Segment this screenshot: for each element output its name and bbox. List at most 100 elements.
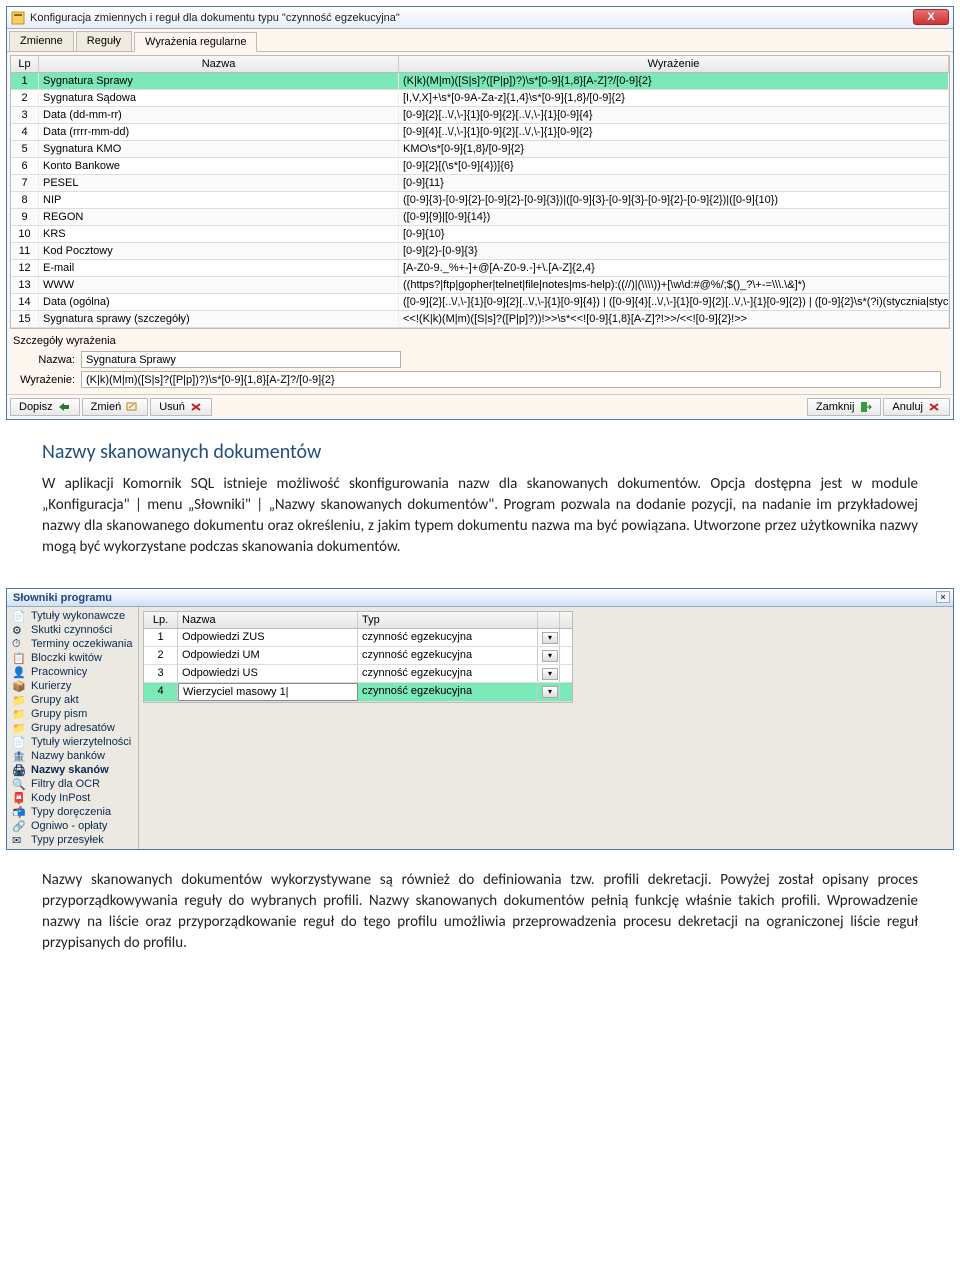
col2-type[interactable]: Typ xyxy=(358,612,538,628)
table-row[interactable]: 1Sygnatura Sprawy(K|k)(M|m)([S|s]?([P|p]… xyxy=(11,73,949,90)
table-row[interactable]: 4Data (rrrr-mm-dd)[0-9]{4}[..\/,\-]{1}[0… xyxy=(11,124,949,141)
sidebar-item[interactable]: 🔍Filtry dla OCR xyxy=(7,777,138,791)
sidebar-item[interactable]: 📄Tytuły wykonawcze xyxy=(7,609,138,623)
sidebar-icon: 📬 xyxy=(12,806,26,818)
sidebar-item[interactable]: 🖨Nazwy skanów xyxy=(7,763,138,777)
chevron-down-icon[interactable]: ▾ xyxy=(542,650,558,662)
cell-lp: 13 xyxy=(11,277,39,293)
add-button[interactable]: Dopisz xyxy=(10,398,80,416)
sidebar-item[interactable]: 📄Tytuły wierzytelności xyxy=(7,735,138,749)
col2-name[interactable]: Nazwa xyxy=(178,612,358,628)
sidebar: 📄Tytuły wykonawcze⚙Skutki czynności⏱Term… xyxy=(7,607,139,849)
edit-button[interactable]: Zmień xyxy=(82,398,149,416)
cell-lp: 15 xyxy=(11,311,39,327)
sidebar-icon: 🏦 xyxy=(12,750,26,762)
sidebar-item[interactable]: 👤 Pracownicy xyxy=(7,665,138,679)
table-row[interactable]: 7PESEL[0-9]{11} xyxy=(11,175,949,192)
chevron-down-icon[interactable]: ▾ xyxy=(542,686,558,698)
table-row[interactable]: 1Odpowiedzi ZUSczynność egzekucyjna▾ xyxy=(144,629,572,647)
tab-zmienne[interactable]: Zmienne xyxy=(9,31,74,51)
cell-expr: ([0-9]{9}|[0-9]{14}) xyxy=(399,209,949,225)
col-lp[interactable]: Lp xyxy=(11,56,39,72)
cell-expr: KMO\s*[0-9]{1,8}/[0-9]{2} xyxy=(399,141,949,157)
cell2-dd[interactable]: ▾ xyxy=(538,665,560,682)
table-row[interactable]: 12E-mail[A-Z0-9._%+-]+@[A-Z0-9.-]+\.[A-Z… xyxy=(11,260,949,277)
sidebar-item[interactable]: 📦Kurierzy xyxy=(7,679,138,693)
table-row[interactable]: 10KRS[0-9]{10} xyxy=(11,226,949,243)
cell-expr: [I,V,X]+\s*[0-9A-Za-z]{1,4}\s*[0-9]{1,8}… xyxy=(399,90,949,106)
cell-name: E-mail xyxy=(39,260,399,276)
table-row[interactable]: 13WWW((https?|ftp|gopher|telnet|file|not… xyxy=(11,277,949,294)
table-row[interactable]: 4Wierzyciel masowy 1|czynność egzekucyjn… xyxy=(144,683,572,702)
cell-lp: 9 xyxy=(11,209,39,225)
sidebar-icon: 📮 xyxy=(12,792,26,804)
sidebar-item[interactable]: ⚙Skutki czynności xyxy=(7,623,138,637)
table-row[interactable]: 15Sygnatura sprawy (szczegóły)<<!(K|k)(M… xyxy=(11,311,949,328)
regex-config-window: Konfiguracja zmiennych i reguł dla dokum… xyxy=(6,6,954,420)
cell2-dd[interactable]: ▾ xyxy=(538,647,560,664)
col-expr[interactable]: Wyrażenie xyxy=(399,56,949,72)
cell-name: Sygnatura Sprawy xyxy=(39,73,399,89)
cell-name: Data (ogólna) xyxy=(39,294,399,310)
tab-wyrazenia[interactable]: Wyrażenia regularne xyxy=(134,32,257,52)
sidebar-item[interactable]: 📮Kody InPost xyxy=(7,791,138,805)
delete-button[interactable]: Usuń xyxy=(150,398,212,416)
table-row[interactable]: 11Kod Pocztowy[0-9]{2}-[0-9]{3} xyxy=(11,243,949,260)
table-row[interactable]: 2Sygnatura Sądowa[I,V,X]+\s*[0-9A-Za-z]{… xyxy=(11,90,949,107)
paragraph-2: Nazwy skanowanych dokumentów wykorzystyw… xyxy=(42,870,918,954)
table-row[interactable]: 14Data (ogólna)([0-9]{2}[..\/,\-]{1}[0-9… xyxy=(11,294,949,311)
sidebar-label: Typy doręczenia xyxy=(31,806,111,818)
sidebar-item[interactable]: 📋Bloczki kwitów xyxy=(7,651,138,665)
sidebar-label: Kurierzy xyxy=(31,680,71,692)
sidebar-label: Grupy pism xyxy=(31,708,87,720)
sidebar-label: Pracownicy xyxy=(31,666,87,678)
cell-name: WWW xyxy=(39,277,399,293)
label-nazwa: Nazwa: xyxy=(13,354,81,366)
table-row[interactable]: 8NIP([0-9]{3}-[0-9]{2}-[0-9]{2}-[0-9]{3}… xyxy=(11,192,949,209)
sidebar-label: Grupy akt xyxy=(31,694,79,706)
cell2-dd[interactable]: ▾ xyxy=(538,629,560,646)
table-row[interactable]: 2Odpowiedzi UMczynność egzekucyjna▾ xyxy=(144,647,572,665)
cell-lp: 1 xyxy=(11,73,39,89)
table-row[interactable]: 3Data (dd-mm-rr)[0-9]{2}[..\/,\-]{1}[0-9… xyxy=(11,107,949,124)
table-row[interactable]: 9REGON([0-9]{9}|[0-9]{14}) xyxy=(11,209,949,226)
sidebar-item[interactable]: 🏦Nazwy banków xyxy=(7,749,138,763)
close-icon[interactable]: × xyxy=(936,591,950,603)
col-name[interactable]: Nazwa xyxy=(39,56,399,72)
table-row[interactable]: 3Odpowiedzi USczynność egzekucyjna▾ xyxy=(144,665,572,683)
chevron-down-icon[interactable]: ▾ xyxy=(542,668,558,680)
sidebar-icon: 📋 xyxy=(12,652,26,664)
close-button[interactable]: X xyxy=(913,9,949,25)
chevron-down-icon[interactable]: ▾ xyxy=(542,632,558,644)
cell-lp: 12 xyxy=(11,260,39,276)
sidebar-label: Nazwy skanów xyxy=(31,764,109,776)
sidebar-icon: 🔍 xyxy=(12,778,26,790)
door-icon xyxy=(858,401,872,413)
col2-lp[interactable]: Lp. xyxy=(144,612,178,628)
sidebar-item[interactable]: 📁Grupy pism xyxy=(7,707,138,721)
table-row[interactable]: 5Sygnatura KMOKMO\s*[0-9]{1,8}/[0-9]{2} xyxy=(11,141,949,158)
input-nazwa[interactable] xyxy=(81,351,401,368)
sidebar-item[interactable]: 📬 Typy doręczenia xyxy=(7,805,138,819)
input-wyrazenie[interactable] xyxy=(81,371,941,388)
cell2-dd[interactable]: ▾ xyxy=(538,683,560,701)
cell-name: Sygnatura sprawy (szczegóły) xyxy=(39,311,399,327)
sidebar-icon: ✉ xyxy=(12,834,26,846)
sidebar-item[interactable]: 📁Grupy akt xyxy=(7,693,138,707)
cell-expr: ([0-9]{3}-[0-9]{2}-[0-9]{2}-[0-9]{3})|([… xyxy=(399,192,949,208)
cancel-button[interactable]: Anuluj xyxy=(883,398,950,416)
window2-title: Słowniki programu xyxy=(13,592,112,604)
cell2-type: czynność egzekucyjna xyxy=(358,629,538,646)
cell2-type: czynność egzekucyjna xyxy=(358,683,538,701)
sidebar-icon: 🔗 xyxy=(12,820,26,832)
tab-reguly[interactable]: Reguły xyxy=(76,31,132,51)
sidebar-item[interactable]: 🔗Ogniwo - opłaty xyxy=(7,819,138,833)
sidebar-item[interactable]: ⏱Terminy oczekiwania xyxy=(7,637,138,651)
table-row[interactable]: 6Konto Bankowe[0-9]{2}[(\s*[0-9]{4})]{6} xyxy=(11,158,949,175)
cell2-name: Odpowiedzi US xyxy=(178,665,358,682)
sidebar-item[interactable]: ✉Typy przesyłek xyxy=(7,833,138,847)
close-window-button[interactable]: Zamknij xyxy=(807,398,882,416)
sidebar-item[interactable]: 📁Grupy adresatów xyxy=(7,721,138,735)
delete-icon xyxy=(189,401,203,413)
sidebar-icon: 👤 xyxy=(12,666,26,678)
